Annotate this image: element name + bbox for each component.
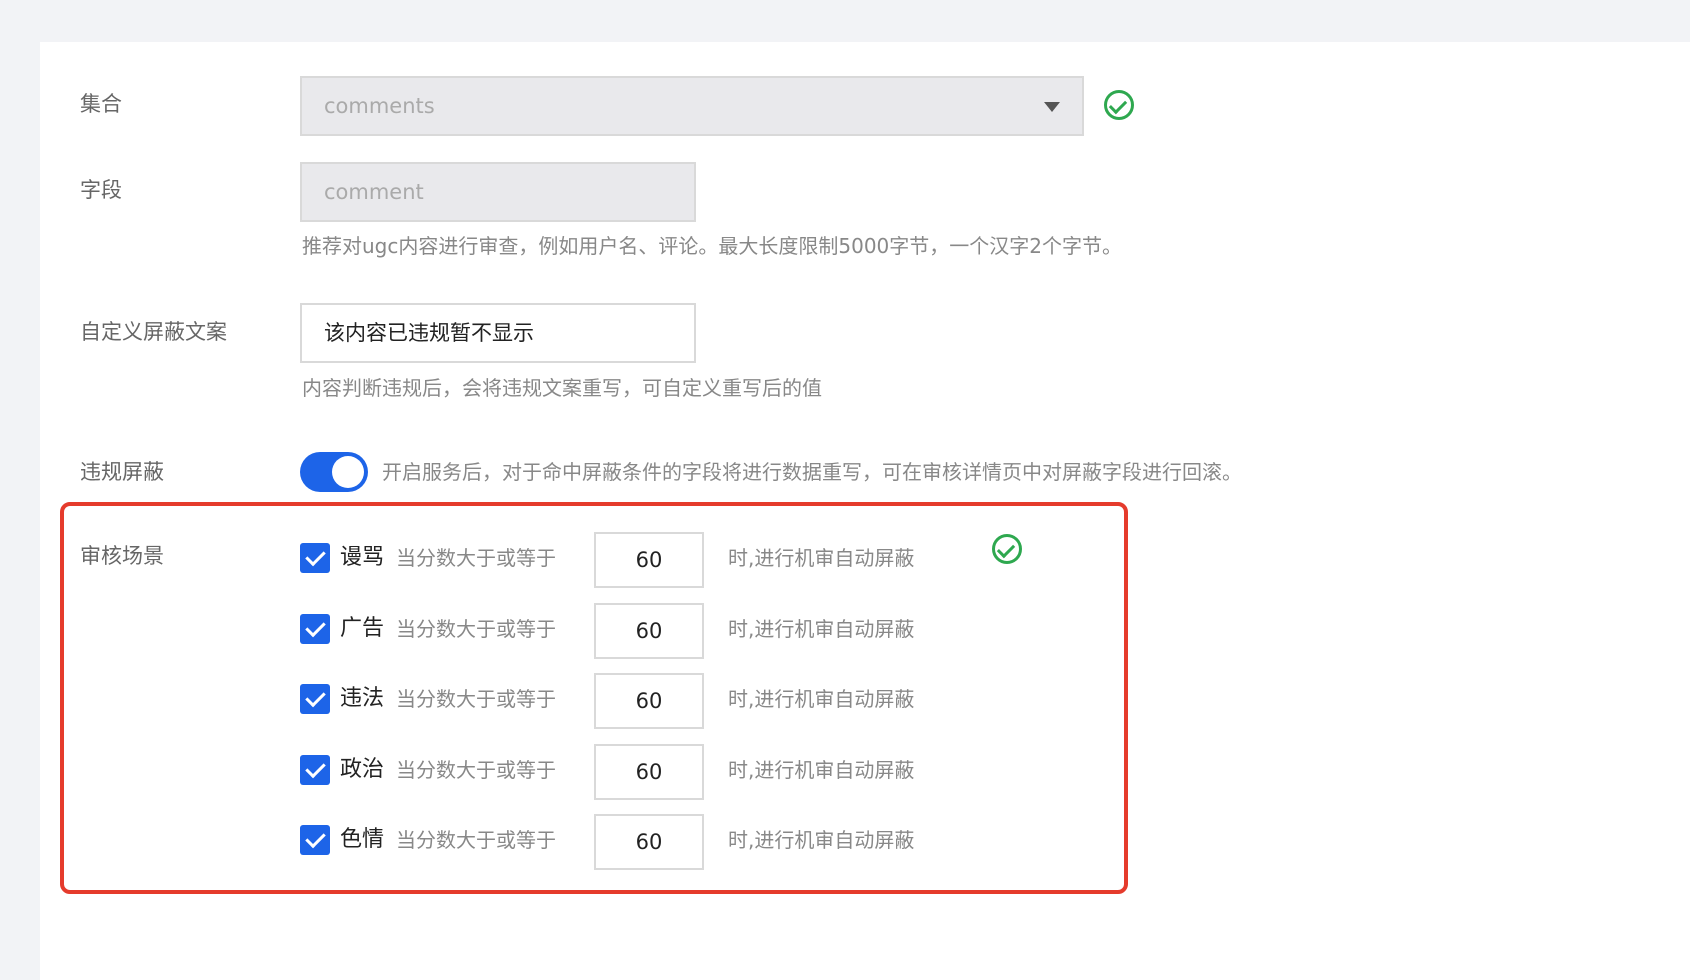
- collection-select[interactable]: comments: [300, 76, 1084, 136]
- scene-name: 谩骂: [340, 545, 385, 570]
- scene-name: 广告: [340, 616, 385, 641]
- field-hint: 推荐对ugc内容进行审查，例如用户名、评论。最大长度限制5000字节，一个汉字2…: [302, 234, 1122, 258]
- field-label: 字段: [80, 178, 122, 202]
- scene-row: 广告 当分数大于或等于 60 时,进行机审自动屏蔽: [40, 600, 1040, 660]
- scene-prefix: 当分数大于或等于: [396, 687, 556, 711]
- scene-suffix: 时,进行机审自动屏蔽: [728, 687, 915, 711]
- scene-name: 色情: [340, 827, 385, 852]
- scene-score-input[interactable]: 60: [594, 532, 704, 588]
- scene-row: 违法 当分数大于或等于 60 时,进行机审自动屏蔽: [40, 670, 1040, 730]
- scene-checkbox[interactable]: [300, 825, 330, 855]
- form-card: 集合 comments 字段 comment 推荐对ugc内容进行审查，例如用户…: [40, 42, 1690, 980]
- scene-suffix: 时,进行机审自动屏蔽: [728, 828, 915, 852]
- scene-score-input[interactable]: 60: [594, 603, 704, 659]
- scene-checkbox[interactable]: [300, 684, 330, 714]
- scene-prefix: 当分数大于或等于: [396, 546, 556, 570]
- scene-score-input[interactable]: 60: [594, 673, 704, 729]
- custom-text-value: 该内容已违规暂不显示: [324, 321, 534, 345]
- scene-prefix: 当分数大于或等于: [396, 758, 556, 782]
- violation-block-hint: 开启服务后，对于命中屏蔽条件的字段将进行数据重写，可在审核详情页中对屏蔽字段进行…: [382, 460, 1242, 484]
- scene-checkbox[interactable]: [300, 614, 330, 644]
- scene-suffix: 时,进行机审自动屏蔽: [728, 758, 915, 782]
- violation-block-label: 违规屏蔽: [80, 460, 164, 484]
- custom-text-hint: 内容判断违规后，会将违规文案重写，可自定义重写后的值: [302, 376, 822, 400]
- scene-row: 政治 当分数大于或等于 60 时,进行机审自动屏蔽: [40, 741, 1040, 801]
- field-input[interactable]: comment: [300, 162, 696, 222]
- violation-block-toggle[interactable]: [300, 452, 368, 492]
- scene-score-input[interactable]: 60: [594, 744, 704, 800]
- scene-suffix: 时,进行机审自动屏蔽: [728, 546, 915, 570]
- scene-checkbox[interactable]: [300, 543, 330, 573]
- collection-label: 集合: [80, 92, 122, 116]
- scene-prefix: 当分数大于或等于: [396, 617, 556, 641]
- scene-checkbox[interactable]: [300, 755, 330, 785]
- custom-text-input[interactable]: 该内容已违规暂不显示: [300, 303, 696, 363]
- scene-prefix: 当分数大于或等于: [396, 828, 556, 852]
- scene-name: 违法: [340, 686, 385, 711]
- caret-down-icon: [1044, 102, 1060, 112]
- toggle-knob: [332, 456, 364, 488]
- field-value: comment: [324, 180, 424, 204]
- scene-score-input[interactable]: 60: [594, 814, 704, 870]
- scene-name: 政治: [340, 757, 385, 782]
- scene-suffix: 时,进行机审自动屏蔽: [728, 617, 915, 641]
- scene-row: 色情 当分数大于或等于 60 时,进行机审自动屏蔽: [40, 811, 1040, 871]
- custom-text-label: 自定义屏蔽文案: [80, 320, 227, 344]
- check-circle-icon: [992, 534, 1022, 564]
- collection-value: comments: [324, 94, 435, 118]
- scene-row: 谩骂 当分数大于或等于 60 时,进行机审自动屏蔽: [40, 529, 1040, 589]
- check-circle-icon: [1104, 90, 1134, 120]
